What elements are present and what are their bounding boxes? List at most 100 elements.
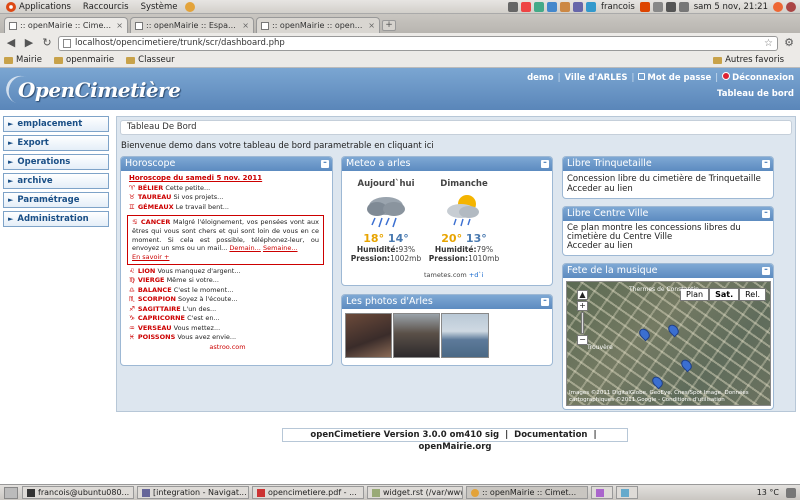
bookmark-folder[interactable]: Mairie bbox=[4, 55, 42, 65]
bookmark-folder[interactable]: openmairie bbox=[54, 55, 114, 65]
week-link[interactable]: Semaine... bbox=[263, 244, 298, 252]
horoscope-sign[interactable]: ♏ SCORPION Soyez à l'écoute... bbox=[129, 295, 326, 305]
widget-link[interactable]: Acceder au lien bbox=[567, 242, 769, 251]
wrench-menu-icon[interactable]: ⚙ bbox=[782, 36, 796, 50]
widget-header[interactable]: Libre Centre Ville - bbox=[563, 207, 773, 221]
horoscope-sign[interactable]: ♎ BALANCE C'est le moment... bbox=[129, 286, 326, 296]
horoscope-sign[interactable]: ♑ CAPRICORNE C'est en... bbox=[129, 314, 326, 324]
horoscope-sign[interactable]: ♊ GÉMEAUX Le travail bent... bbox=[129, 203, 326, 213]
back-arrow-icon[interactable]: ◀ bbox=[4, 36, 18, 50]
photo-thumbnail[interactable] bbox=[393, 313, 440, 358]
signal-icon[interactable] bbox=[665, 1, 676, 12]
password-link[interactable]: Mot de passe bbox=[638, 72, 711, 83]
weather-temperature[interactable]: 13 °C bbox=[757, 488, 779, 497]
volume-icon[interactable] bbox=[678, 1, 689, 12]
power-icon[interactable] bbox=[786, 1, 796, 12]
close-tab-icon[interactable]: × bbox=[116, 21, 123, 30]
map-marker-pin[interactable] bbox=[650, 374, 665, 390]
zoom-slider[interactable] bbox=[581, 312, 584, 334]
zoom-in-button[interactable]: + bbox=[577, 301, 588, 311]
sidebar-item-emplacement[interactable]: ► emplacement bbox=[3, 116, 109, 132]
photo-thumbnail[interactable] bbox=[441, 313, 489, 358]
welcome-text[interactable]: Bienvenue demo dans votre tableau de bor… bbox=[121, 141, 434, 151]
show-desktop-button[interactable] bbox=[4, 486, 18, 499]
horoscope-sign[interactable]: ♌ LION Vous manquez d'argent... bbox=[129, 267, 326, 277]
taskbar-window-active[interactable]: :: openMairie :: Cimet... bbox=[466, 486, 588, 499]
horoscope-sign[interactable]: ♈ BÉLIER Cette petite... bbox=[129, 184, 326, 194]
tomorrow-link[interactable]: Demain... bbox=[229, 244, 260, 252]
minimize-icon[interactable]: - bbox=[541, 159, 549, 168]
horoscope-sign[interactable]: ♒ VERSEAU Vous mettez... bbox=[129, 324, 326, 334]
bookmark-star-icon[interactable]: ☆ bbox=[764, 38, 773, 49]
close-tab-icon[interactable]: × bbox=[242, 21, 249, 30]
horoscope-date[interactable]: Horoscope du samedi 5 nov. 2011 bbox=[129, 174, 326, 184]
widget-link[interactable]: Acceder au lien bbox=[567, 184, 769, 194]
user-link[interactable]: demo bbox=[527, 73, 554, 83]
system-menu[interactable]: Système bbox=[135, 2, 184, 12]
forward-arrow-icon[interactable]: ▶ bbox=[22, 36, 36, 50]
user-name[interactable]: francois bbox=[601, 2, 635, 12]
app-launcher-icon[interactable] bbox=[560, 1, 570, 12]
horoscope-sign[interactable]: ♉ TAUREAU Si vos projets... bbox=[129, 193, 326, 203]
widget-header[interactable]: Libre Trinquetaille - bbox=[563, 157, 773, 171]
map-attribution[interactable]: Images ©2011 DigitalGlobe, GeoEye, Cnes/… bbox=[569, 390, 769, 403]
map-type-relief[interactable]: Rel. bbox=[739, 288, 766, 301]
sidebar-item-export[interactable]: ► Export bbox=[3, 135, 109, 151]
app-logo[interactable]: OpenCimetière bbox=[18, 78, 181, 102]
documentation-link[interactable]: Documentation bbox=[514, 430, 587, 440]
pan-up-icon[interactable]: ▲ bbox=[577, 290, 588, 300]
mail-icon[interactable] bbox=[652, 1, 663, 12]
chrome-launcher-icon[interactable] bbox=[184, 1, 195, 12]
widget-header[interactable]: Fete de la musique - bbox=[563, 264, 773, 278]
map-marker-pin[interactable] bbox=[666, 322, 681, 338]
sidebar-item-archive[interactable]: ► archive bbox=[3, 173, 109, 189]
widget-header[interactable]: Horoscope - bbox=[121, 157, 332, 171]
url-text[interactable]: localhost/opencimetiere/trunk/scr/dashbo… bbox=[75, 38, 764, 48]
city-link[interactable]: Ville d'ARLES bbox=[564, 73, 627, 83]
terminal-launcher-icon[interactable] bbox=[508, 1, 518, 12]
widget-header[interactable]: Les photos d'Arles - bbox=[342, 295, 552, 309]
minimize-icon[interactable]: - bbox=[321, 159, 329, 168]
applications-menu[interactable]: Applications bbox=[0, 1, 77, 12]
app-launcher-icon[interactable] bbox=[521, 1, 531, 12]
close-tab-icon[interactable]: × bbox=[368, 21, 375, 30]
openmairie-link[interactable]: openMairie.org bbox=[418, 442, 491, 452]
photo-thumbnail[interactable] bbox=[345, 313, 392, 358]
map-type-satellite[interactable]: Sat. bbox=[709, 288, 740, 301]
logout-link[interactable]: Déconnexion bbox=[722, 72, 794, 83]
sidebar-item-parametrage[interactable]: ► Paramétrage bbox=[3, 192, 109, 208]
other-bookmarks[interactable]: Autres favoris bbox=[713, 55, 784, 65]
reload-icon[interactable]: ↻ bbox=[40, 36, 54, 50]
address-bar[interactable]: localhost/opencimetiere/trunk/scr/dashbo… bbox=[58, 35, 778, 51]
new-tab-button[interactable]: + bbox=[382, 20, 396, 31]
minimize-icon[interactable]: - bbox=[762, 209, 770, 218]
horoscope-sign[interactable]: ♍ VIERGE Même si votre... bbox=[129, 276, 326, 286]
browser-tab[interactable]: :: openMairie :: Cime... × bbox=[4, 17, 128, 33]
taskbar-window[interactable]: francois@ubuntu080... bbox=[22, 486, 134, 499]
taskbar-window[interactable] bbox=[591, 486, 613, 499]
horoscope-sign[interactable]: ♓ POISSONS Vous avez envie... bbox=[129, 333, 326, 343]
network-icon[interactable] bbox=[586, 1, 596, 12]
map-marker-pin[interactable] bbox=[679, 357, 694, 373]
dashboard-link[interactable]: Tableau de bord bbox=[717, 89, 794, 99]
minimize-icon[interactable]: - bbox=[541, 297, 549, 306]
taskbar-window[interactable]: opencimetiere.pdf - ... bbox=[252, 486, 364, 499]
browser-tab[interactable]: :: openMairie :: open... × bbox=[256, 17, 380, 33]
satellite-map[interactable]: ▲ + − Plan Sat. Rel. Thermes de Constant… bbox=[566, 281, 771, 406]
map-marker-pin[interactable] bbox=[637, 326, 652, 342]
minimize-icon[interactable]: - bbox=[762, 159, 770, 168]
app-launcher-icon[interactable] bbox=[573, 1, 583, 12]
meteo-more-link[interactable]: +d`i bbox=[469, 271, 484, 279]
taskbar-window[interactable] bbox=[616, 486, 638, 499]
firefox-icon[interactable] bbox=[773, 1, 783, 12]
taskbar-window[interactable]: [integration - Navigat... bbox=[137, 486, 249, 499]
taskbar-window[interactable]: widget.rst (/var/www/... bbox=[367, 486, 463, 499]
app-launcher-icon[interactable] bbox=[547, 1, 557, 12]
filezilla-icon[interactable] bbox=[639, 1, 650, 12]
browser-tab[interactable]: :: openMairie :: Espa... × bbox=[130, 17, 254, 33]
horoscope-source[interactable]: astroo.com bbox=[129, 343, 326, 353]
places-menu[interactable]: Raccourcis bbox=[77, 2, 135, 12]
trash-icon[interactable] bbox=[786, 487, 796, 498]
bookmark-folder[interactable]: Classeur bbox=[126, 55, 175, 65]
sidebar-item-administration[interactable]: ► Administration bbox=[3, 211, 109, 227]
